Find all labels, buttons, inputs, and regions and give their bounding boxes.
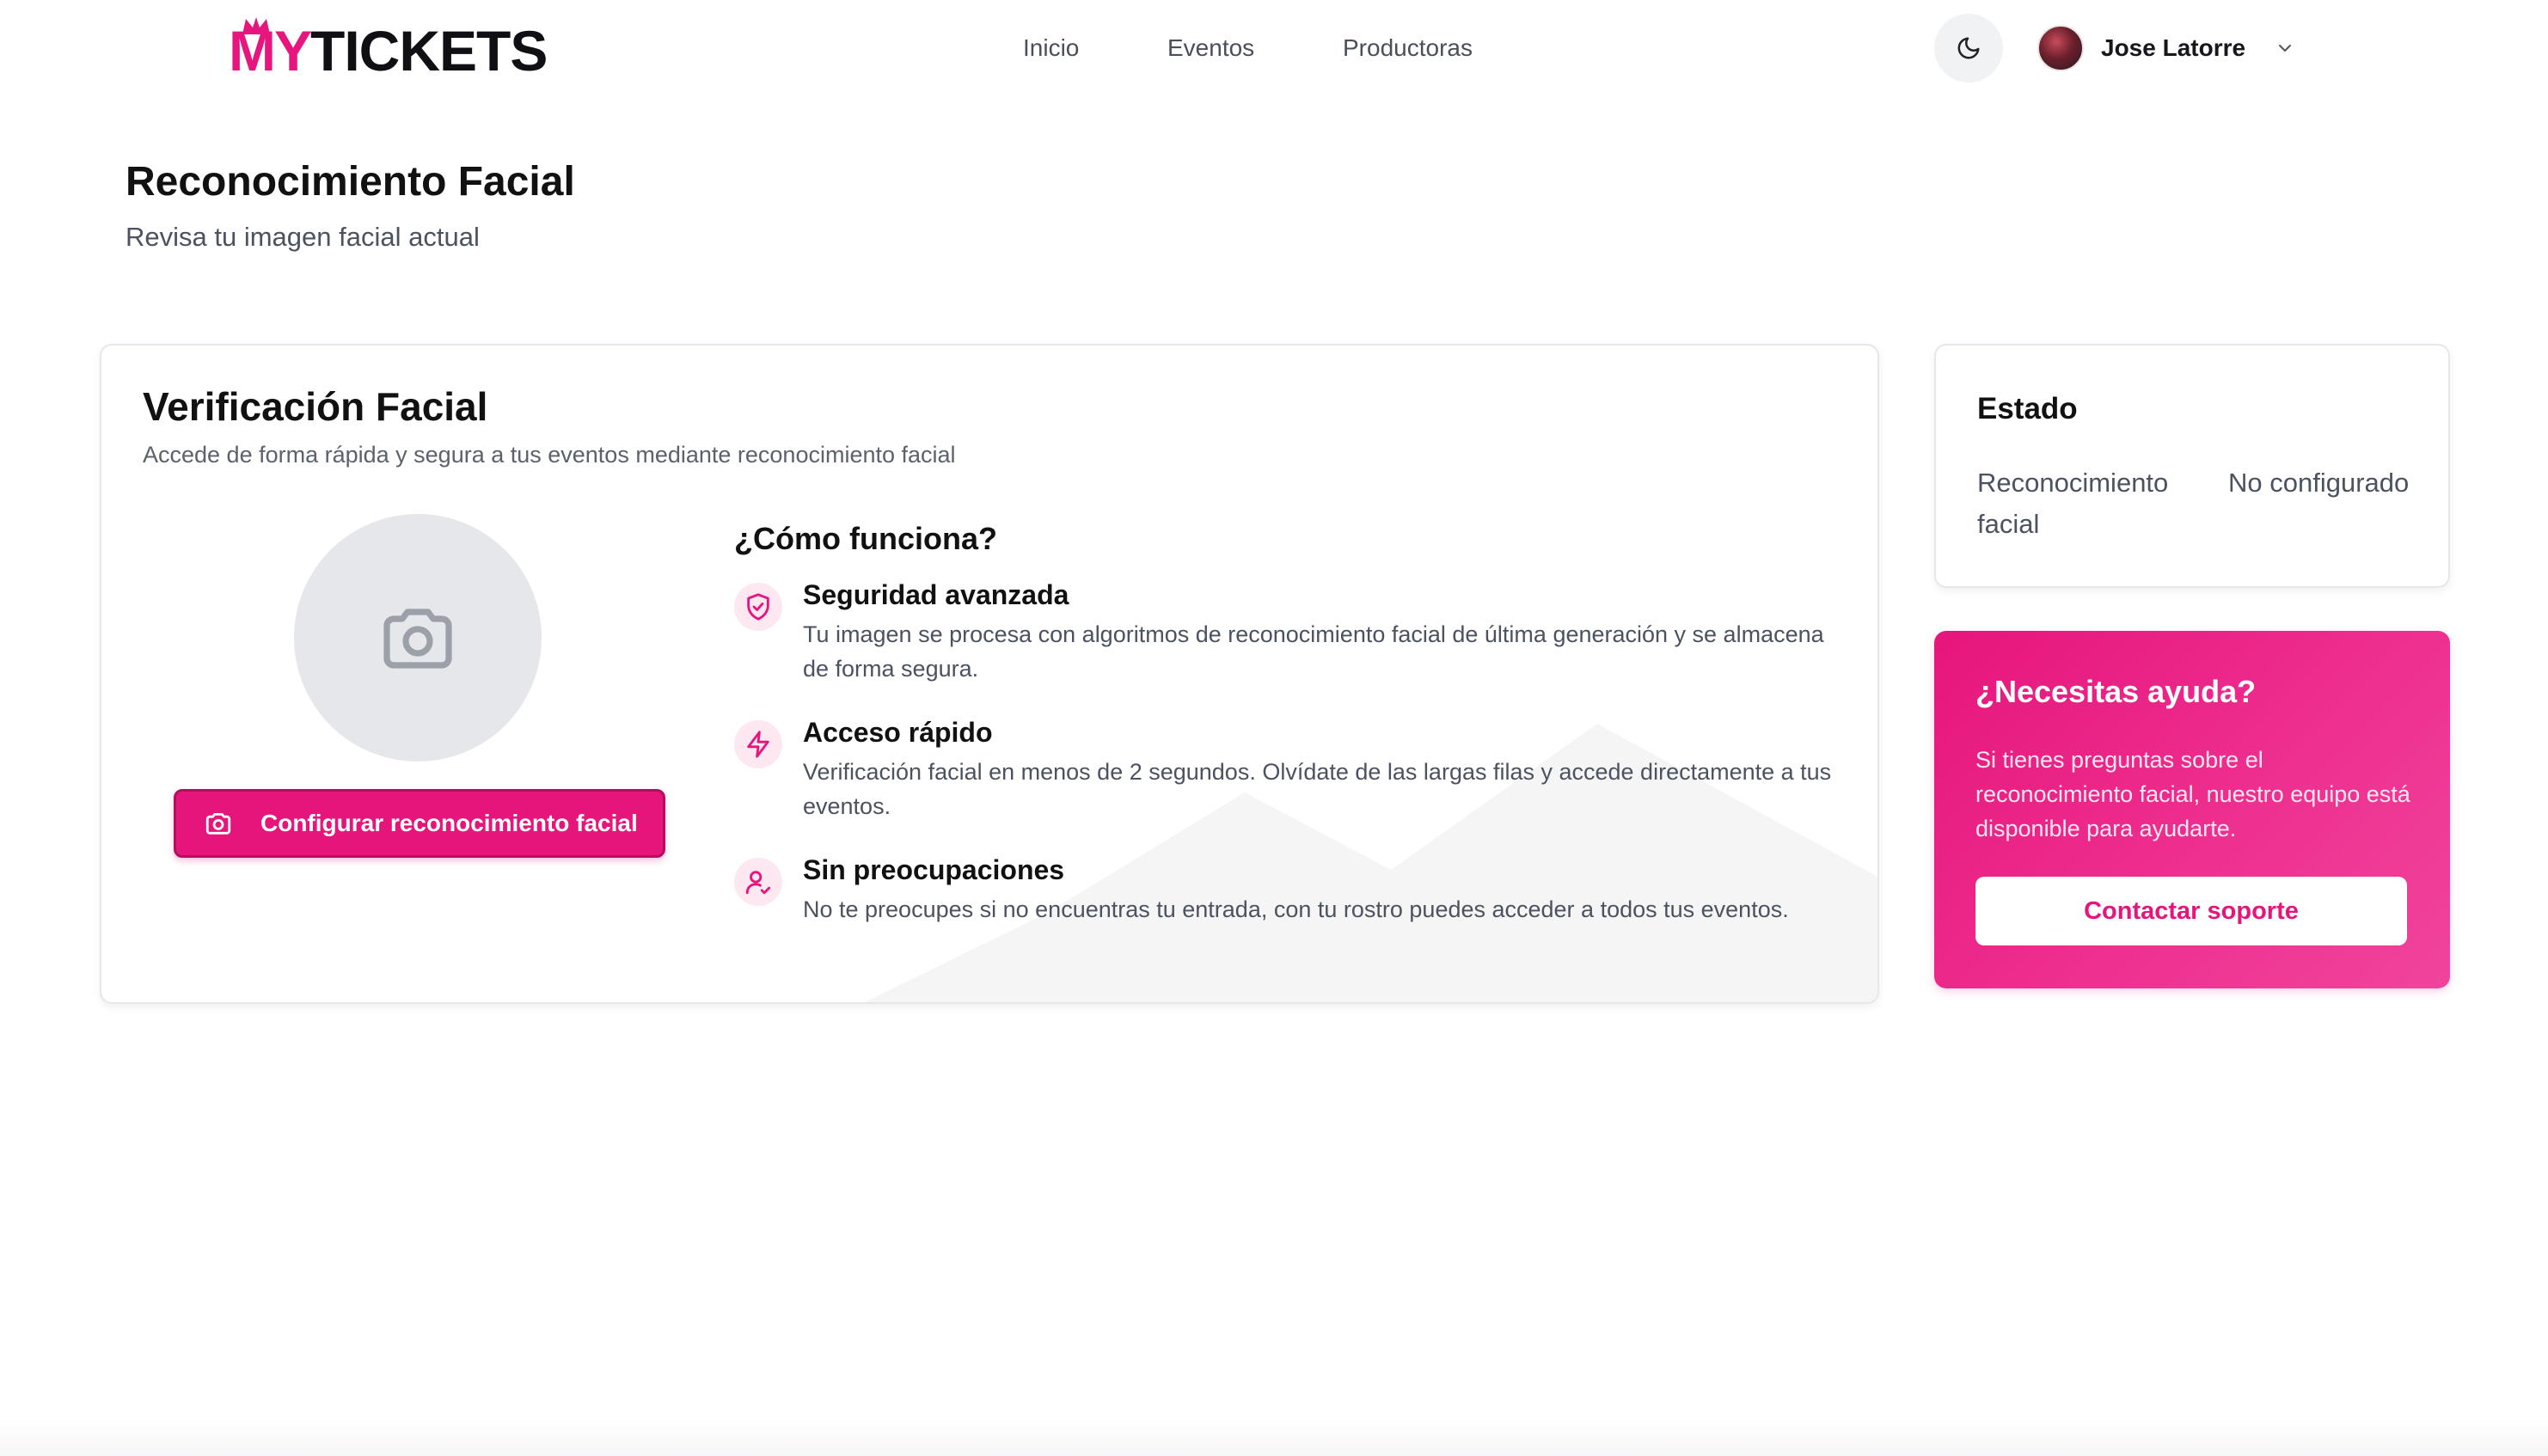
moon-icon [1957,37,1980,59]
shield-check-icon [747,593,769,621]
lightning-icon [747,731,769,758]
feature-description: Tu imagen se procesa con algoritmos de r… [803,621,1824,682]
user-check-icon [745,871,771,895]
status-label: Reconocimiento facial [1977,468,2169,539]
camera-icon [205,812,231,835]
help-title: ¿Necesitas ayuda? [1975,674,2257,709]
help-text: Si tienes preguntas sobre el reconocimie… [1975,747,2410,841]
face-photo-placeholder [294,514,542,762]
user-menu[interactable]: Jose Latorre [2037,24,2295,72]
feature-description: No te preocupes si no encuentras tu entr… [803,896,1789,922]
top-header: MY TICKETS Inicio Eventos Productoras Jo… [0,0,2548,103]
contact-support-button[interactable]: Contactar soporte [1975,877,2407,945]
user-name: Jose Latorre [2101,34,2246,61]
feature-title: Acceso rápido [803,717,993,748]
verification-title: Verificación Facial [143,384,488,429]
nav-item-eventos[interactable]: Eventos [1167,31,1254,65]
feature-title: Seguridad avanzada [803,579,1069,610]
configure-face-label: Configurar reconocimiento facial [260,810,638,836]
status-card: Estado Reconocimiento facial No configur… [1934,344,2450,588]
camera-icon [383,609,452,669]
nav-item-inicio[interactable]: Inicio [1023,31,1079,65]
status-value: No configurado [2228,468,2410,498]
chevron-down-icon [2279,45,2292,52]
page-title: Reconocimiento Facial [126,159,575,205]
help-card: ¿Necesitas ayuda? Si tienes preguntas so… [1934,631,2450,988]
theme-toggle-button[interactable] [1934,14,2003,83]
verification-subtitle: Accede de forma rápida y segura a tus ev… [143,442,956,468]
feature-title: Sin preocupaciones [803,854,1065,885]
feature-description: Verificación facial en menos de 2 segund… [803,759,1832,819]
configure-face-button[interactable]: Configurar reconocimiento facial [174,789,665,858]
verification-card: Verificación Facial Accede de forma rápi… [100,344,1879,1004]
status-title: Estado [1977,392,2078,425]
nav-item-productoras[interactable]: Productoras [1343,31,1473,65]
page-subtitle: Revisa tu imagen facial actual [126,222,480,252]
avatar [2037,25,2084,71]
bottom-fade [0,1418,2548,1456]
how-it-works-title: ¿Cómo funciona? [734,521,997,556]
